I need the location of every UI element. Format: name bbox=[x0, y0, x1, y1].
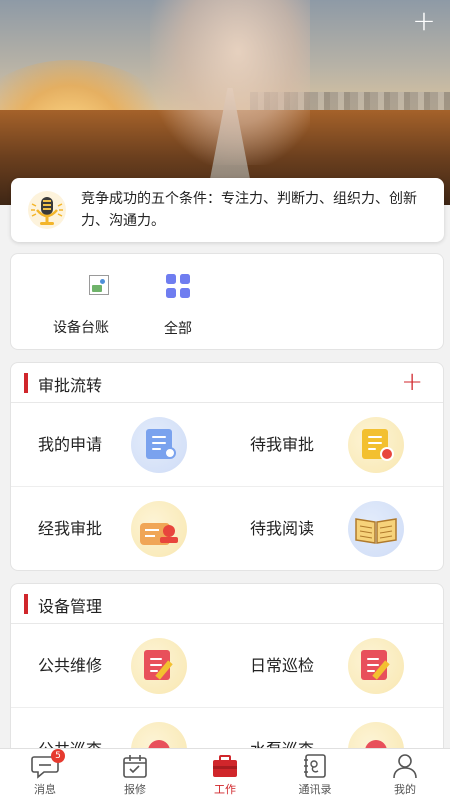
grid-icon bbox=[166, 274, 190, 298]
calendar-check-icon bbox=[123, 755, 147, 778]
tab-label: 消息 bbox=[34, 783, 56, 796]
contacts-icon bbox=[304, 754, 326, 778]
item-label: 经我审批 bbox=[38, 519, 103, 538]
broken-image-icon bbox=[67, 275, 109, 303]
tab-contacts[interactable]: 通讯录 bbox=[270, 749, 360, 800]
inspection-edit-icon bbox=[348, 638, 404, 694]
user-icon bbox=[393, 754, 417, 779]
grid-row: 公共维修 日常巡检 bbox=[11, 624, 443, 708]
unread-badge: 5 bbox=[51, 749, 65, 763]
bottom-nav: 5 消息 报修 工作 通讯录 我的 bbox=[0, 748, 450, 800]
tab-messages[interactable]: 5 消息 bbox=[0, 749, 90, 800]
item-label: 公共维修 bbox=[38, 656, 103, 675]
pending-approval-item[interactable]: 待我审批 bbox=[228, 403, 443, 487]
grid-row: 经我审批 待我阅读 bbox=[11, 487, 443, 570]
tab-label: 通讯录 bbox=[298, 783, 332, 796]
quick-item-equipment-ledger[interactable]: 设备台账 bbox=[36, 272, 126, 337]
item-label: 待我审批 bbox=[250, 435, 315, 454]
pending-read-item[interactable]: 待我阅读 bbox=[228, 487, 443, 570]
notice-text: 竞争成功的五个条件：专注力、判断力、组织力、创新力、沟通力。 bbox=[81, 191, 417, 229]
section-title: 设备管理 bbox=[38, 597, 103, 616]
briefcase-icon bbox=[213, 755, 237, 777]
quick-entry-card: 设备台账 全部 bbox=[10, 253, 444, 350]
grid-row: 我的申请 待我审批 bbox=[11, 403, 443, 487]
approved-by-me-item[interactable]: 经我审批 bbox=[11, 487, 228, 570]
notice-card[interactable]: 竞争成功的五个条件：专注力、判断力、组织力、创新力、沟通力。 bbox=[11, 178, 444, 242]
tab-mine[interactable]: 我的 bbox=[360, 749, 450, 800]
public-repair-item[interactable]: 公共维修 bbox=[11, 624, 228, 708]
section-accent-bar bbox=[24, 373, 28, 393]
plus-icon[interactable]: + bbox=[401, 367, 423, 397]
quick-item-label: 设备台账 bbox=[53, 320, 109, 336]
equipment-section: 设备管理 公共维修 日常巡检 bbox=[10, 583, 444, 763]
repair-edit-icon bbox=[131, 638, 187, 694]
item-label: 日常巡检 bbox=[250, 656, 315, 675]
quick-item-all[interactable]: 全部 bbox=[133, 272, 223, 338]
daily-inspection-item[interactable]: 日常巡检 bbox=[228, 624, 443, 708]
quick-item-label: 全部 bbox=[164, 321, 192, 337]
section-header: 审批流转 + bbox=[11, 363, 443, 403]
item-label: 待我阅读 bbox=[250, 519, 315, 538]
section-title: 审批流转 bbox=[38, 376, 103, 395]
microphone-icon bbox=[28, 191, 66, 229]
item-label: 我的申请 bbox=[38, 435, 103, 454]
my-application-item[interactable]: 我的申请 bbox=[11, 403, 228, 487]
approved-stamp-icon bbox=[131, 501, 187, 557]
tab-label: 工作 bbox=[214, 783, 236, 796]
plus-icon[interactable]: + bbox=[412, 7, 436, 35]
approval-section: 审批流转 + 我的申请 待我审批 经我审批 待我阅读 bbox=[10, 362, 444, 571]
tab-work[interactable]: 工作 bbox=[180, 749, 270, 800]
tab-label: 我的 bbox=[394, 783, 416, 796]
section-accent-bar bbox=[24, 594, 28, 614]
tab-label: 报修 bbox=[124, 783, 146, 796]
banner-image: + bbox=[0, 0, 450, 205]
tab-repair[interactable]: 报修 bbox=[90, 749, 180, 800]
banner-hands bbox=[150, 0, 310, 165]
open-book-icon bbox=[348, 501, 404, 557]
section-header: 设备管理 bbox=[11, 584, 443, 624]
pending-approval-icon bbox=[348, 417, 404, 473]
application-doc-icon bbox=[131, 417, 187, 473]
